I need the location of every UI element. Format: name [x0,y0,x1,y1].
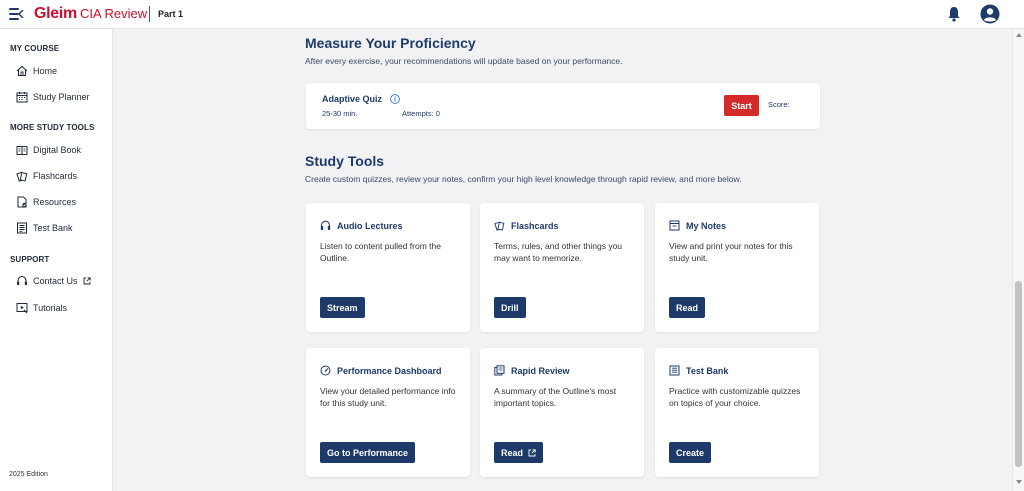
sidebar-item-digital-book[interactable]: Digital Book [16,142,81,158]
scroll-up-arrow-icon[interactable] [1016,33,1022,37]
home-icon [16,65,28,77]
sidebar-item-label: Test Bank [33,223,73,233]
card-description: View your detailed performance info for … [320,386,456,408]
scroll-thumb[interactable] [1015,281,1022,467]
sidebar-item-label: Digital Book [33,145,82,155]
audio-lectures-card: Audio Lectures Listen to content pulled … [306,203,470,332]
card-title: Flashcards [511,220,559,231]
brand-logo[interactable]: Gleim CIA Review [34,5,147,23]
calendar-icon [16,92,28,103]
button-label: Stream [327,302,358,313]
card-description: Practice with customizable quizzes on to… [669,386,801,408]
my-notes-card: My Notes View and print your notes for t… [655,203,819,332]
sidebar-item-study-planner[interactable]: Study Planner [16,89,90,105]
sidebar-item-label: Home [33,66,58,76]
collapse-menu-icon[interactable] [9,8,24,20]
headset-icon [17,275,27,285]
start-quiz-button[interactable]: Start [724,95,759,116]
gauge-icon [320,365,331,376]
flashcards-card: Flashcards Terms, rules, and other thing… [480,203,644,332]
quiz-duration: 25-30 min. [322,109,358,118]
stream-button[interactable]: Stream [320,297,365,318]
quiz-attempts: Attempts: 0 [402,109,440,118]
test-bank-icon [17,222,27,234]
part-label: Part 1 [158,9,184,19]
sidebar-section-more-study-tools: MORE STUDY TOOLS [10,123,95,132]
top-bar: Gleim CIA Review Part 1 [0,0,1024,29]
main-content: Measure Your Proficiency After every exe… [113,29,1012,491]
card-title: My Notes [686,220,727,231]
user-avatar-icon[interactable] [980,4,1000,24]
read-rapid-review-button[interactable]: Read [494,442,544,463]
study-tools-subtitle: Create custom quizzes, review your notes… [305,174,742,184]
headphones-icon [320,220,331,230]
sidebar-item-resources[interactable]: Resources [16,194,76,210]
flashcards-icon [16,171,28,182]
sidebar-item-contact-us[interactable]: Contact Us [16,273,91,289]
external-link-icon [83,277,91,285]
sidebar-item-label: Study Planner [33,92,90,102]
card-description: View and print your notes for this study… [669,241,793,263]
test-bank-card: Test Bank Practice with customizable qui… [655,348,819,477]
proficiency-heading: Measure Your Proficiency [305,35,476,51]
sidebar-item-label: Flashcards [33,171,78,181]
edition-label: 2025 Edition [9,471,48,478]
create-quiz-button[interactable]: Create [669,442,712,463]
page-scrollbar[interactable] [1012,29,1024,491]
performance-dashboard-card: Performance Dashboard View your detailed… [306,348,470,477]
test-bank-icon [669,365,680,376]
book-icon [16,146,28,155]
brand-product: CIA Review [79,6,148,21]
sidebar-item-label: Tutorials [33,303,68,313]
sidebar-item-flashcards[interactable]: Flashcards [16,168,77,184]
card-description: A summary of the Outline's most importan… [494,386,617,408]
button-label: Read [676,302,699,313]
notes-icon [669,220,680,231]
button-label: Create [676,447,705,458]
header-divider [149,6,150,22]
go-to-performance-button[interactable]: Go to Performance [320,442,416,463]
button-label: Go to Performance [327,447,409,458]
adaptive-quiz-card: Adaptive Quiz 25-30 min. Attempts: 0 Sta… [306,83,820,129]
card-description: Terms, rules, and other things you may w… [494,241,623,263]
sidebar-item-test-bank[interactable]: Test Bank [16,220,73,236]
card-title: Performance Dashboard [337,365,442,376]
button-label: Read [501,447,524,458]
button-label: Drill [501,302,519,313]
external-link-icon [528,448,536,456]
notifications-bell-icon[interactable] [947,6,961,22]
study-tools-heading: Study Tools [305,153,385,169]
scroll-down-arrow-icon[interactable] [1016,480,1022,484]
brand-name: Gleim [34,5,77,22]
sidebar: MY COURSE Home Study Planner MORE STUDY … [0,29,113,491]
rapid-review-card: Rapid Review A summary of the Outline's … [480,348,644,477]
sidebar-item-tutorials[interactable]: Tutorials [16,300,67,316]
sidebar-section-my-course: MY COURSE [10,44,60,53]
sidebar-item-label: Resources [33,197,77,207]
proficiency-subtitle: After every exercise, your recommendatio… [305,56,623,66]
info-icon[interactable] [390,94,400,104]
card-title: Test Bank [686,365,729,376]
sidebar-section-support: SUPPORT [10,255,50,264]
flashcards-icon [494,221,505,231]
sidebar-item-home[interactable]: Home [16,63,57,79]
sidebar-item-label: Contact Us [33,276,78,286]
rapid-review-icon [494,365,505,376]
card-title: Audio Lectures [337,220,403,231]
card-title: Rapid Review [511,365,570,376]
card-description: Listen to content pulled from the Outlin… [320,241,441,263]
read-notes-button[interactable]: Read [669,297,706,318]
tutorials-icon [16,303,28,314]
quiz-score-label: Score: [768,100,790,109]
quiz-title: Adaptive Quiz [322,94,383,104]
resources-icon [17,196,27,208]
drill-button[interactable]: Drill [494,297,526,318]
